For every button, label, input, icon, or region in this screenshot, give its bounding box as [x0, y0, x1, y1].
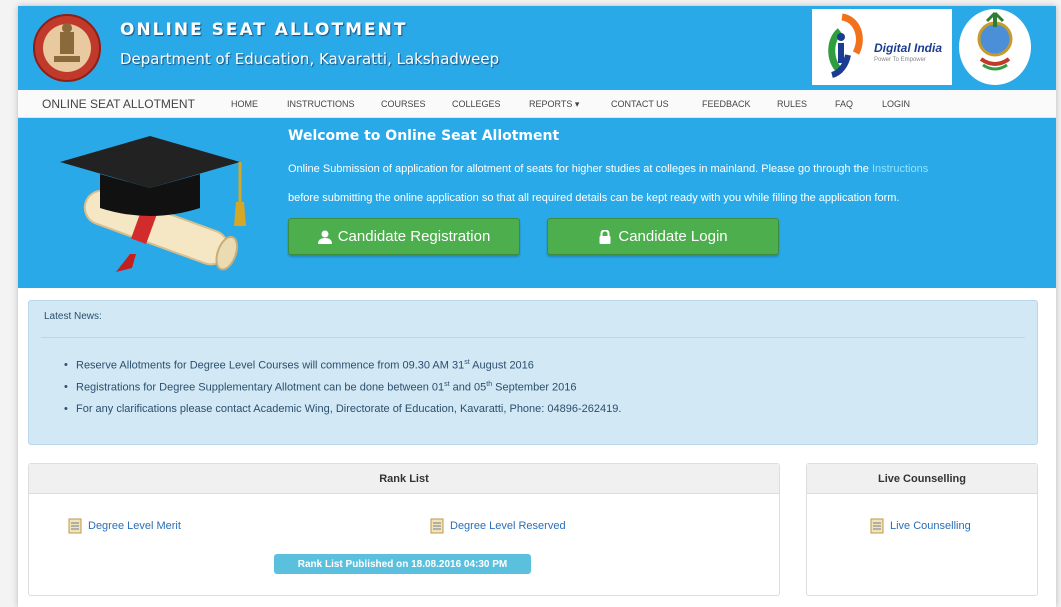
- document-icon: [430, 518, 444, 534]
- nav-reports-dropdown[interactable]: REPORTS ▾: [529, 99, 579, 110]
- nav-login[interactable]: LOGIN: [882, 99, 910, 109]
- lakshadweep-logo: [959, 9, 1031, 85]
- user-icon: [317, 230, 332, 244]
- candidate-registration-label: Candidate Registration: [337, 228, 491, 245]
- news-text: September 2016: [492, 381, 577, 394]
- degree-level-reserved-link[interactable]: Degree Level Reserved: [429, 518, 566, 534]
- digital-india-tagline: Power To Empower: [874, 57, 926, 63]
- live-counselling-link[interactable]: Live Counselling: [869, 518, 971, 534]
- browser-frame: ONLINE SEAT ALLOTMENT Department of Educ…: [0, 0, 1061, 607]
- live-counselling-label: Live Counselling: [890, 520, 971, 532]
- document-icon: [870, 518, 884, 534]
- site-header: ONLINE SEAT ALLOTMENT Department of Educ…: [18, 6, 1056, 90]
- digital-india-logo: Digital India Power To Empower: [812, 9, 952, 85]
- news-text: August 2016: [469, 359, 534, 372]
- news-text: and 05: [449, 381, 487, 394]
- nav-home[interactable]: HOME: [231, 99, 258, 109]
- nav-contact-us[interactable]: CONTACT US: [611, 99, 669, 109]
- nav-feedback[interactable]: FEEDBACK: [702, 99, 751, 109]
- main-navbar: ONLINE SEAT ALLOTMENT HOME INSTRUCTIONS …: [18, 90, 1056, 118]
- latest-news-box: Latest News: Reserve Allotments for Degr…: [28, 300, 1038, 445]
- instructions-link[interactable]: Instructions: [872, 163, 928, 175]
- candidate-registration-button[interactable]: Candidate Registration: [288, 218, 520, 255]
- rank-list-published-badge: Rank List Published on 18.08.2016 04:30 …: [274, 554, 531, 574]
- page: ONLINE SEAT ALLOTMENT Department of Educ…: [18, 6, 1056, 607]
- digital-india-text: Digital India: [874, 41, 943, 55]
- site-title: ONLINE SEAT ALLOTMENT: [120, 20, 408, 40]
- degree-level-reserved-label: Degree Level Reserved: [450, 520, 566, 532]
- rank-list-heading: Rank List: [29, 464, 779, 494]
- degree-level-merit-link[interactable]: Degree Level Merit: [67, 518, 181, 534]
- news-item: Reserve Allotments for Degree Level Cour…: [64, 359, 621, 381]
- degree-level-merit-label: Degree Level Merit: [88, 520, 181, 532]
- news-text: For any clarifications please contact Ac…: [76, 403, 622, 415]
- graduation-cap-icon: [60, 136, 246, 272]
- navbar-brand[interactable]: ONLINE SEAT ALLOTMENT: [42, 97, 195, 111]
- nav-courses[interactable]: COURSES: [381, 99, 426, 109]
- nav-instructions[interactable]: INSTRUCTIONS: [287, 99, 355, 109]
- welcome-text-line2: before submitting the online application…: [288, 192, 900, 204]
- nav-colleges[interactable]: COLLEGES: [452, 99, 501, 109]
- news-text: Registrations for Degree Supplementary A…: [76, 381, 445, 394]
- welcome-text-line1: Online Submission of application for all…: [288, 163, 928, 175]
- news-item: For any clarifications please contact Ac…: [64, 403, 621, 425]
- news-text: Reserve Allotments for Degree Level Cour…: [76, 359, 465, 372]
- news-list: Reserve Allotments for Degree Level Cour…: [64, 359, 621, 425]
- nav-faq[interactable]: FAQ: [835, 99, 853, 109]
- welcome-banner: Welcome to Online Seat Allotment Online …: [18, 118, 1056, 288]
- welcome-text-1: Online Submission of application for all…: [288, 163, 872, 175]
- candidate-login-label: Candidate Login: [618, 228, 728, 245]
- nav-rules[interactable]: RULES: [777, 99, 807, 109]
- latest-news-title: Latest News:: [44, 311, 102, 322]
- digital-india-mark-icon: [828, 13, 863, 78]
- rank-list-panel: Rank List Degree Level Merit Degree Leve…: [28, 463, 780, 596]
- state-emblem-icon: [33, 14, 101, 82]
- document-icon: [68, 518, 82, 534]
- welcome-heading: Welcome to Online Seat Allotment: [288, 128, 560, 144]
- live-counselling-heading: Live Counselling: [807, 464, 1037, 494]
- news-divider: [41, 337, 1025, 338]
- site-subtitle: Department of Education, Kavaratti, Laks…: [120, 50, 500, 68]
- news-item: Registrations for Degree Supplementary A…: [64, 381, 621, 403]
- candidate-login-button[interactable]: Candidate Login: [547, 218, 779, 255]
- live-counselling-panel: Live Counselling Live Counselling: [806, 463, 1038, 596]
- lock-icon: [599, 229, 611, 244]
